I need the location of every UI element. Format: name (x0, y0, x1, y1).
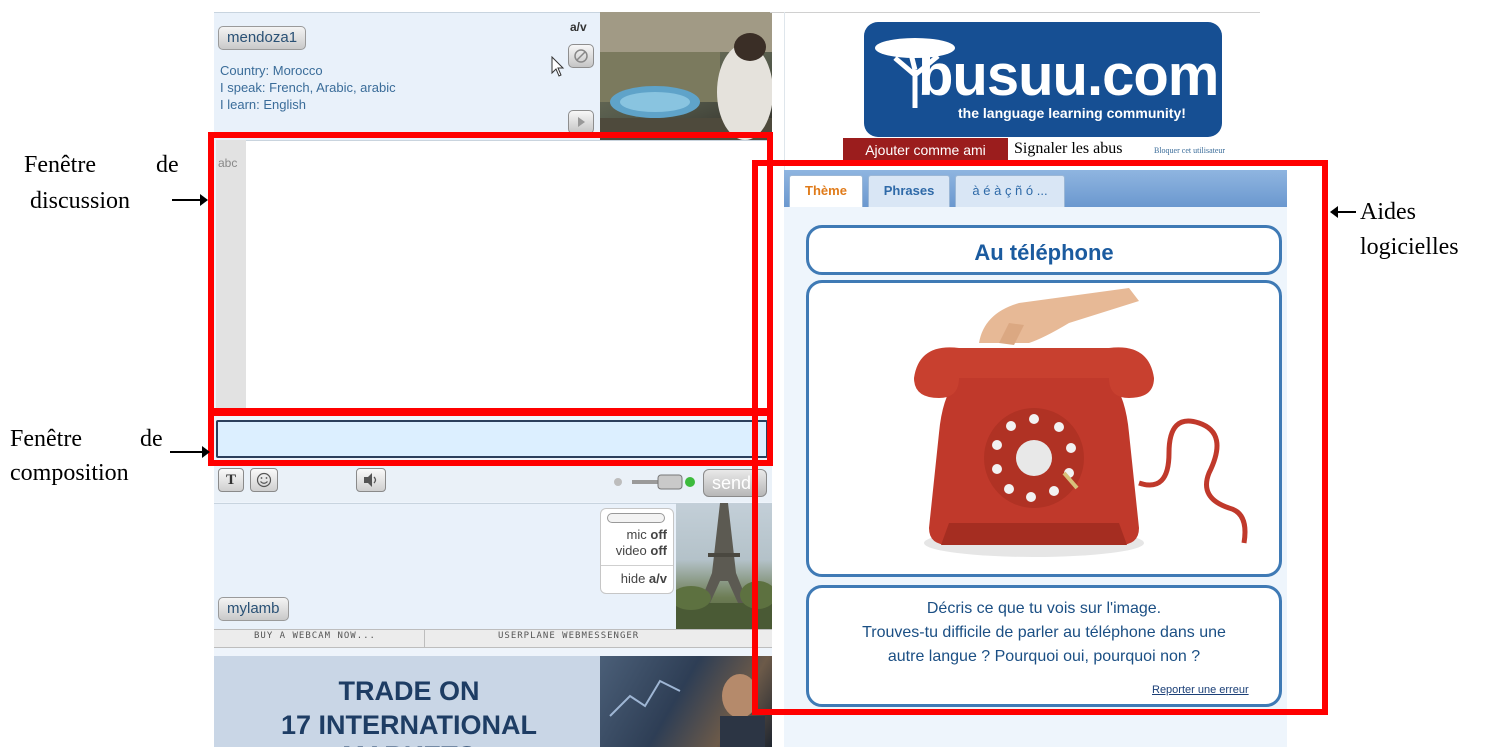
label-compose-window-word3: composition (10, 460, 129, 486)
busuu-tagline: the language learning community! (958, 105, 1186, 121)
buy-webcam-link[interactable]: BUY A WEBCAM NOW... (254, 631, 376, 641)
mic-toggle[interactable]: mic off (627, 527, 667, 542)
ad-photo (600, 656, 772, 747)
label-chat-window-word3: discussion (30, 188, 131, 214)
arrow-left-icon (1330, 206, 1356, 218)
software-aids-highlight (752, 160, 1328, 715)
text-style-button[interactable]: T (218, 468, 244, 492)
label-compose-window-word1: Fenêtre (10, 426, 82, 452)
hide-label: hide (620, 571, 646, 586)
label-software-aids-word1: Aides (1360, 199, 1416, 225)
label-chat-window-word2: de (156, 152, 179, 178)
block-av-button[interactable] (568, 44, 594, 68)
remote-speaks: I speak: French, Arabic, arabic (220, 80, 396, 95)
video-state: off (650, 543, 667, 558)
video-label: video (615, 543, 647, 558)
ad-headline-line1: TRADE ON (338, 676, 480, 706)
ad-headline-line2: 17 INTERNATIONAL MARKETS (280, 710, 537, 747)
busuu-logo-text: busuu.com (918, 43, 1219, 108)
hide-av-label: a/v (648, 571, 667, 586)
label-compose-window-word2: de (140, 426, 163, 452)
label-software-aids-word2: logicielles (1360, 234, 1459, 260)
remote-username-badge[interactable]: mendoza1 (218, 26, 307, 50)
arrow-right-icon (172, 194, 208, 206)
label-chat-window-word1: Fenêtre (24, 152, 96, 178)
linkbar-divider (424, 629, 425, 648)
av-toggle-label[interactable]: a/v (570, 20, 587, 34)
video-toggle[interactable]: video off (616, 543, 667, 558)
remote-video-feed (600, 12, 772, 140)
smiley-icon (256, 472, 272, 488)
divider (601, 565, 673, 566)
top-rule (770, 12, 1260, 13)
play-button[interactable] (568, 110, 594, 134)
speaker-icon (364, 473, 377, 487)
mic-level-meter (607, 513, 665, 523)
remote-video-image (600, 12, 772, 140)
arrow-right-icon (170, 446, 210, 458)
mic-label: mic (626, 527, 647, 542)
add-friend-button[interactable]: Ajouter comme ami (843, 138, 1008, 162)
mic-state: off (650, 527, 667, 542)
trader-photo (609, 674, 765, 747)
userplane-link[interactable]: USERPLANE WEBMESSENGER (498, 631, 639, 641)
mouse-cursor-icon (551, 56, 565, 77)
remote-country: Country: Morocco (220, 63, 323, 78)
compose-window-highlight (208, 410, 773, 466)
volume-slider[interactable] (610, 472, 700, 492)
block-user-link[interactable]: Bloquer cet utilisateur (1154, 146, 1225, 155)
hide-av-button[interactable]: hide a/v (621, 571, 667, 586)
av-controls-panel: mic off video off hide a/v (600, 508, 674, 594)
report-abuse-link[interactable]: Signaler les abus (1014, 140, 1122, 158)
play-icon (578, 117, 585, 127)
local-username-badge[interactable]: mylamb (218, 597, 289, 621)
sound-button[interactable] (356, 468, 386, 492)
no-entry-icon (574, 49, 588, 63)
chat-window-highlight (208, 132, 773, 414)
emoticon-button[interactable] (250, 468, 278, 492)
remote-learns: I learn: English (220, 97, 306, 112)
